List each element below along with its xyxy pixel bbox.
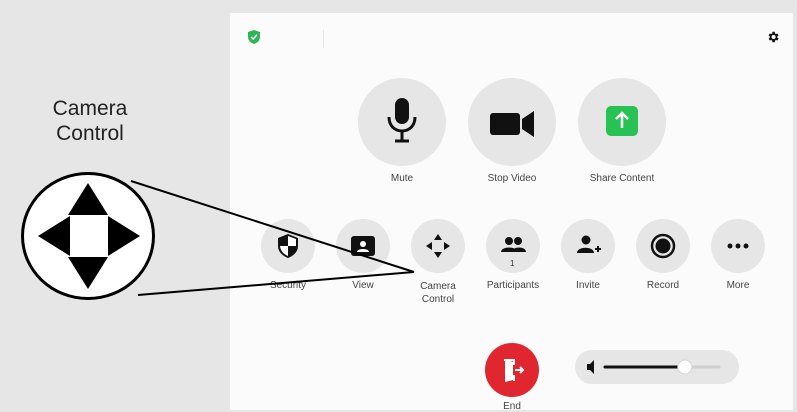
meeting-controls-panel: Mute Stop Video Share Content Security V… — [230, 13, 793, 412]
view-label: View — [352, 280, 374, 291]
exit-door-icon — [504, 359, 525, 382]
view-icon — [351, 236, 375, 256]
invite-label: Invite — [576, 280, 600, 291]
end-label: End — [503, 401, 521, 412]
speaker-icon — [587, 360, 594, 374]
volume-slider[interactable] — [575, 350, 739, 384]
microphone-icon — [387, 98, 417, 143]
directional-arrows-icon — [426, 234, 450, 258]
invite-button[interactable] — [561, 219, 615, 273]
record-icon — [650, 233, 676, 259]
gear-icon[interactable] — [766, 30, 780, 44]
participants-label: Participants — [486, 280, 540, 291]
security-button[interactable] — [261, 219, 315, 273]
participants-button[interactable]: 1 — [486, 219, 540, 273]
view-button[interactable] — [336, 219, 390, 273]
camera-control-label: Camera Control — [420, 281, 456, 305]
volume-track — [587, 359, 721, 375]
directional-arrows-icon — [38, 183, 140, 289]
share-arrow-icon — [606, 106, 638, 136]
camera-control-button[interactable] — [411, 219, 465, 273]
mute-button[interactable] — [358, 78, 446, 166]
security-status-icon — [248, 30, 260, 44]
add-person-icon — [577, 235, 601, 253]
more-button[interactable] — [711, 219, 765, 273]
record-button[interactable] — [636, 219, 690, 273]
shield-icon — [278, 234, 298, 258]
share-content-label: Share Content — [589, 173, 655, 184]
camera-control-callout — [21, 172, 155, 300]
share-content-button[interactable] — [578, 78, 666, 166]
more-label: More — [726, 280, 750, 291]
participant-count: 1 — [510, 259, 515, 268]
record-label: Record — [646, 280, 680, 291]
callout-label: Camera Control — [52, 97, 128, 145]
header-divider — [323, 30, 324, 48]
end-button[interactable] — [485, 343, 539, 397]
mute-label: Mute — [390, 173, 414, 184]
ellipsis-icon — [727, 243, 749, 249]
security-label: Security — [269, 280, 307, 291]
stop-video-button[interactable] — [468, 78, 556, 166]
stop-video-label: Stop Video — [487, 173, 537, 184]
video-camera-icon — [490, 111, 534, 137]
